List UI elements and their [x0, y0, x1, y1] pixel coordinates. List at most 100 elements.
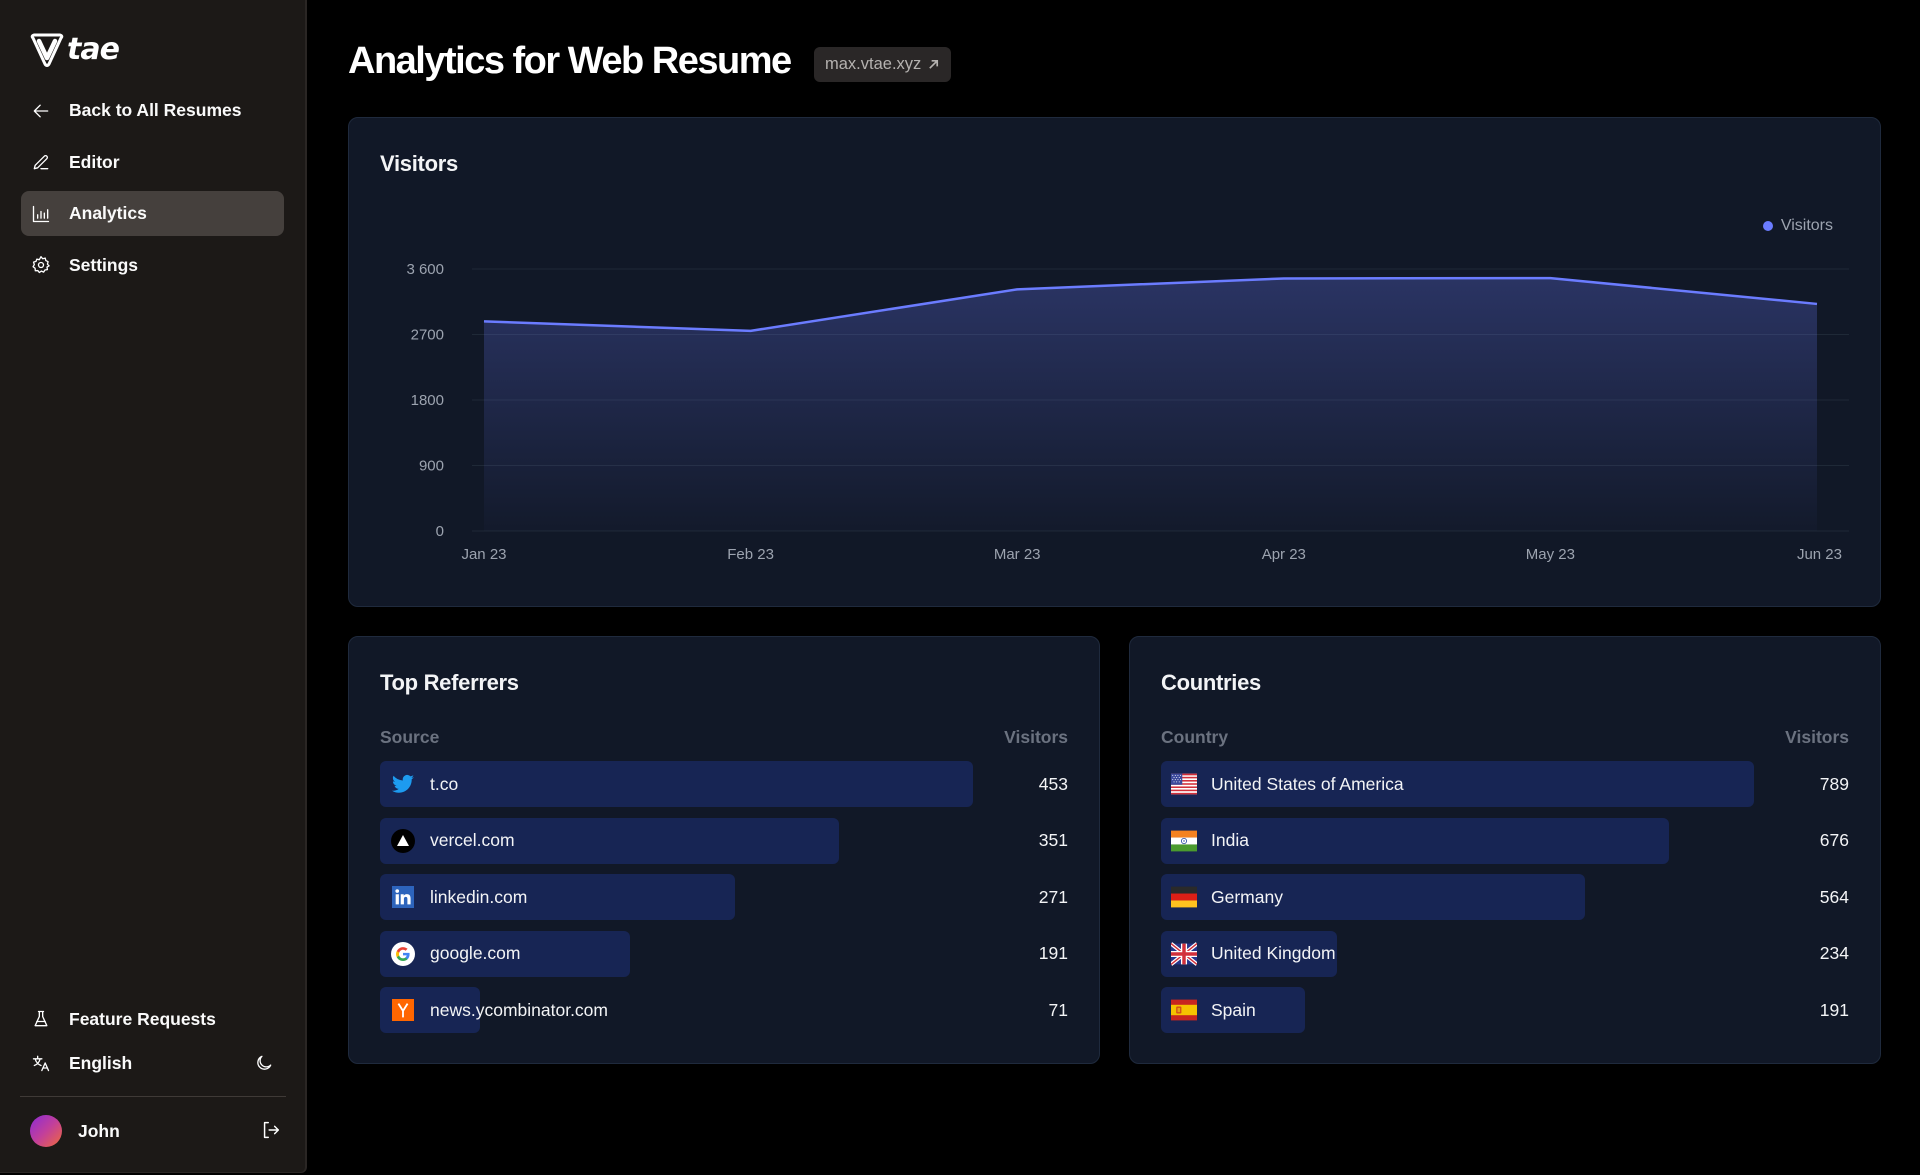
site-link-text: max.vtae.xyz [825, 55, 922, 73]
referrer-row[interactable]: t.co 453 [380, 761, 1068, 807]
flag-es-icon [1171, 997, 1197, 1023]
row-content: United States of America [1161, 771, 1404, 797]
referrer-value: 191 [1038, 943, 1068, 963]
sidebar-nav: Back to All Resumes Editor Analytics Set… [21, 88, 284, 294]
flag-gb-icon [1171, 941, 1197, 967]
user-profile: John [30, 1114, 284, 1148]
row-content: vercel.com [380, 828, 515, 854]
referrer-row[interactable]: google.com 191 [380, 930, 1068, 977]
sidebar-item-analytics[interactable]: Analytics [21, 191, 284, 236]
avatar[interactable] [30, 1115, 62, 1147]
country-label: United States of America [1211, 773, 1404, 794]
top-referrers-card: Top Referrers Source Visitors t.co 453 ver… [348, 636, 1100, 1064]
referrer-value: 71 [1048, 999, 1068, 1020]
sidebar-item-settings[interactable]: Settings [21, 243, 284, 288]
bar-chart-icon [30, 203, 52, 225]
translate-icon [30, 1052, 52, 1074]
vercel-icon [390, 828, 416, 854]
y-tick-label: 0 [436, 523, 444, 540]
country-row[interactable]: India 676 [1161, 817, 1849, 864]
language-label: English [69, 1052, 133, 1073]
x-tick-label: Mar 23 [994, 546, 1041, 563]
referrer-label: vercel.com [430, 830, 515, 850]
logo[interactable]: tae [29, 31, 133, 69]
linkedin-icon [390, 884, 416, 910]
country-label: United Kingdom [1211, 943, 1336, 963]
moon-icon[interactable] [253, 1052, 275, 1074]
countries-card: Countries Country Visitors United States… [1129, 636, 1881, 1064]
country-label: Spain [1211, 999, 1256, 1020]
country-value: 191 [1819, 999, 1849, 1020]
gear-icon [30, 254, 52, 276]
row-content: Germany [1161, 884, 1283, 910]
sidebar-item-editor[interactable]: Editor [21, 140, 284, 185]
x-tick-label: May 23 [1526, 546, 1575, 563]
row-content: India [1161, 828, 1249, 854]
country-value: 789 [1819, 773, 1849, 794]
column-header-visitors: Visitors [1004, 727, 1068, 747]
row-content: linkedin.com [380, 884, 527, 910]
flask-icon [30, 1008, 52, 1030]
language-selector[interactable]: English [21, 1043, 284, 1083]
y-tick-label: 2700 [411, 327, 444, 344]
country-label: Germany [1211, 886, 1283, 907]
logo-text: tae [67, 32, 120, 67]
referrer-bar [380, 761, 973, 807]
country-value: 564 [1819, 886, 1849, 907]
y-tick-label: 3 600 [406, 261, 444, 278]
flag-in-icon [1171, 828, 1197, 854]
referrer-row[interactable]: linkedin.com 271 [380, 874, 1068, 920]
sidebar-item-label: Back to All Resumes [69, 100, 242, 120]
referrer-value: 453 [1038, 773, 1068, 794]
country-value: 234 [1819, 943, 1849, 963]
row-content: google.com [380, 941, 520, 967]
country-value: 676 [1819, 830, 1849, 850]
referrer-value: 351 [1038, 830, 1068, 850]
sidebar-item-label: Analytics [69, 203, 147, 223]
ycombinator-icon [390, 997, 416, 1023]
column-header-source: Source [380, 727, 440, 747]
google-icon [390, 941, 416, 967]
countries-card-title: Countries [1161, 670, 1261, 695]
pencil-icon [30, 151, 52, 173]
sidebar-item-label: Editor [69, 151, 120, 172]
referrers-card-title: Top Referrers [380, 670, 519, 695]
visitors-chart[interactable]: 0 900 1800 2700 3 600 Jan 23 Feb 23 Mar 23 Apr 2… [349, 118, 1882, 608]
country-label: India [1211, 830, 1249, 850]
logo-mark-icon [30, 33, 64, 67]
referrers-table-header: Source Visitors [380, 727, 1068, 748]
referrer-row[interactable]: news.ycombinator.com 71 [380, 987, 1068, 1033]
site-link-badge[interactable]: max.vtae.xyz [814, 47, 952, 82]
bar-track [1161, 817, 1754, 864]
logout-icon[interactable] [260, 1119, 284, 1143]
referrers-list: t.co 453 vercel.com 351 linkedin.com 271 googl… [380, 761, 1068, 1044]
y-tick-label: 900 [419, 458, 444, 475]
referrer-row[interactable]: vercel.com 351 [380, 817, 1068, 864]
sidebar-bottom-nav: Feature Requests English [21, 999, 284, 1087]
countries-table-header: Country Visitors [1161, 727, 1849, 748]
sidebar-item-feature-requests[interactable]: Feature Requests [21, 999, 284, 1039]
column-header-visitors: Visitors [1785, 727, 1849, 747]
page-title: Analytics for Web Resume [348, 40, 792, 82]
sidebar: tae Back to All Resumes Editor Analytics… [0, 0, 307, 1173]
column-header-country: Country [1161, 727, 1229, 747]
row-content: t.co [380, 771, 458, 797]
sidebar-item-label: Settings [69, 254, 139, 275]
sidebar-item-back[interactable]: Back to All Resumes [21, 88, 284, 133]
country-row[interactable]: United States of America 789 [1161, 761, 1849, 807]
sidebar-item-label: Feature Requests [69, 1008, 216, 1029]
arrow-left-icon [30, 100, 52, 122]
flag-de-icon [1171, 884, 1197, 910]
country-row[interactable]: Germany 564 [1161, 874, 1849, 920]
y-tick-label: 1800 [411, 392, 444, 409]
flag-us-icon [1171, 771, 1197, 797]
country-row[interactable]: Spain 191 [1161, 987, 1849, 1033]
country-row[interactable]: United Kingdom 234 [1161, 930, 1849, 977]
referrer-label: linkedin.com [430, 886, 528, 907]
x-tick-label: Jan 23 [461, 546, 506, 563]
row-content: news.ycombinator.com [380, 997, 608, 1023]
user-name: John [78, 1120, 120, 1141]
bar-track [380, 761, 973, 807]
twitter-icon [390, 771, 416, 797]
referrer-label: news.ycombinator.com [430, 999, 608, 1020]
